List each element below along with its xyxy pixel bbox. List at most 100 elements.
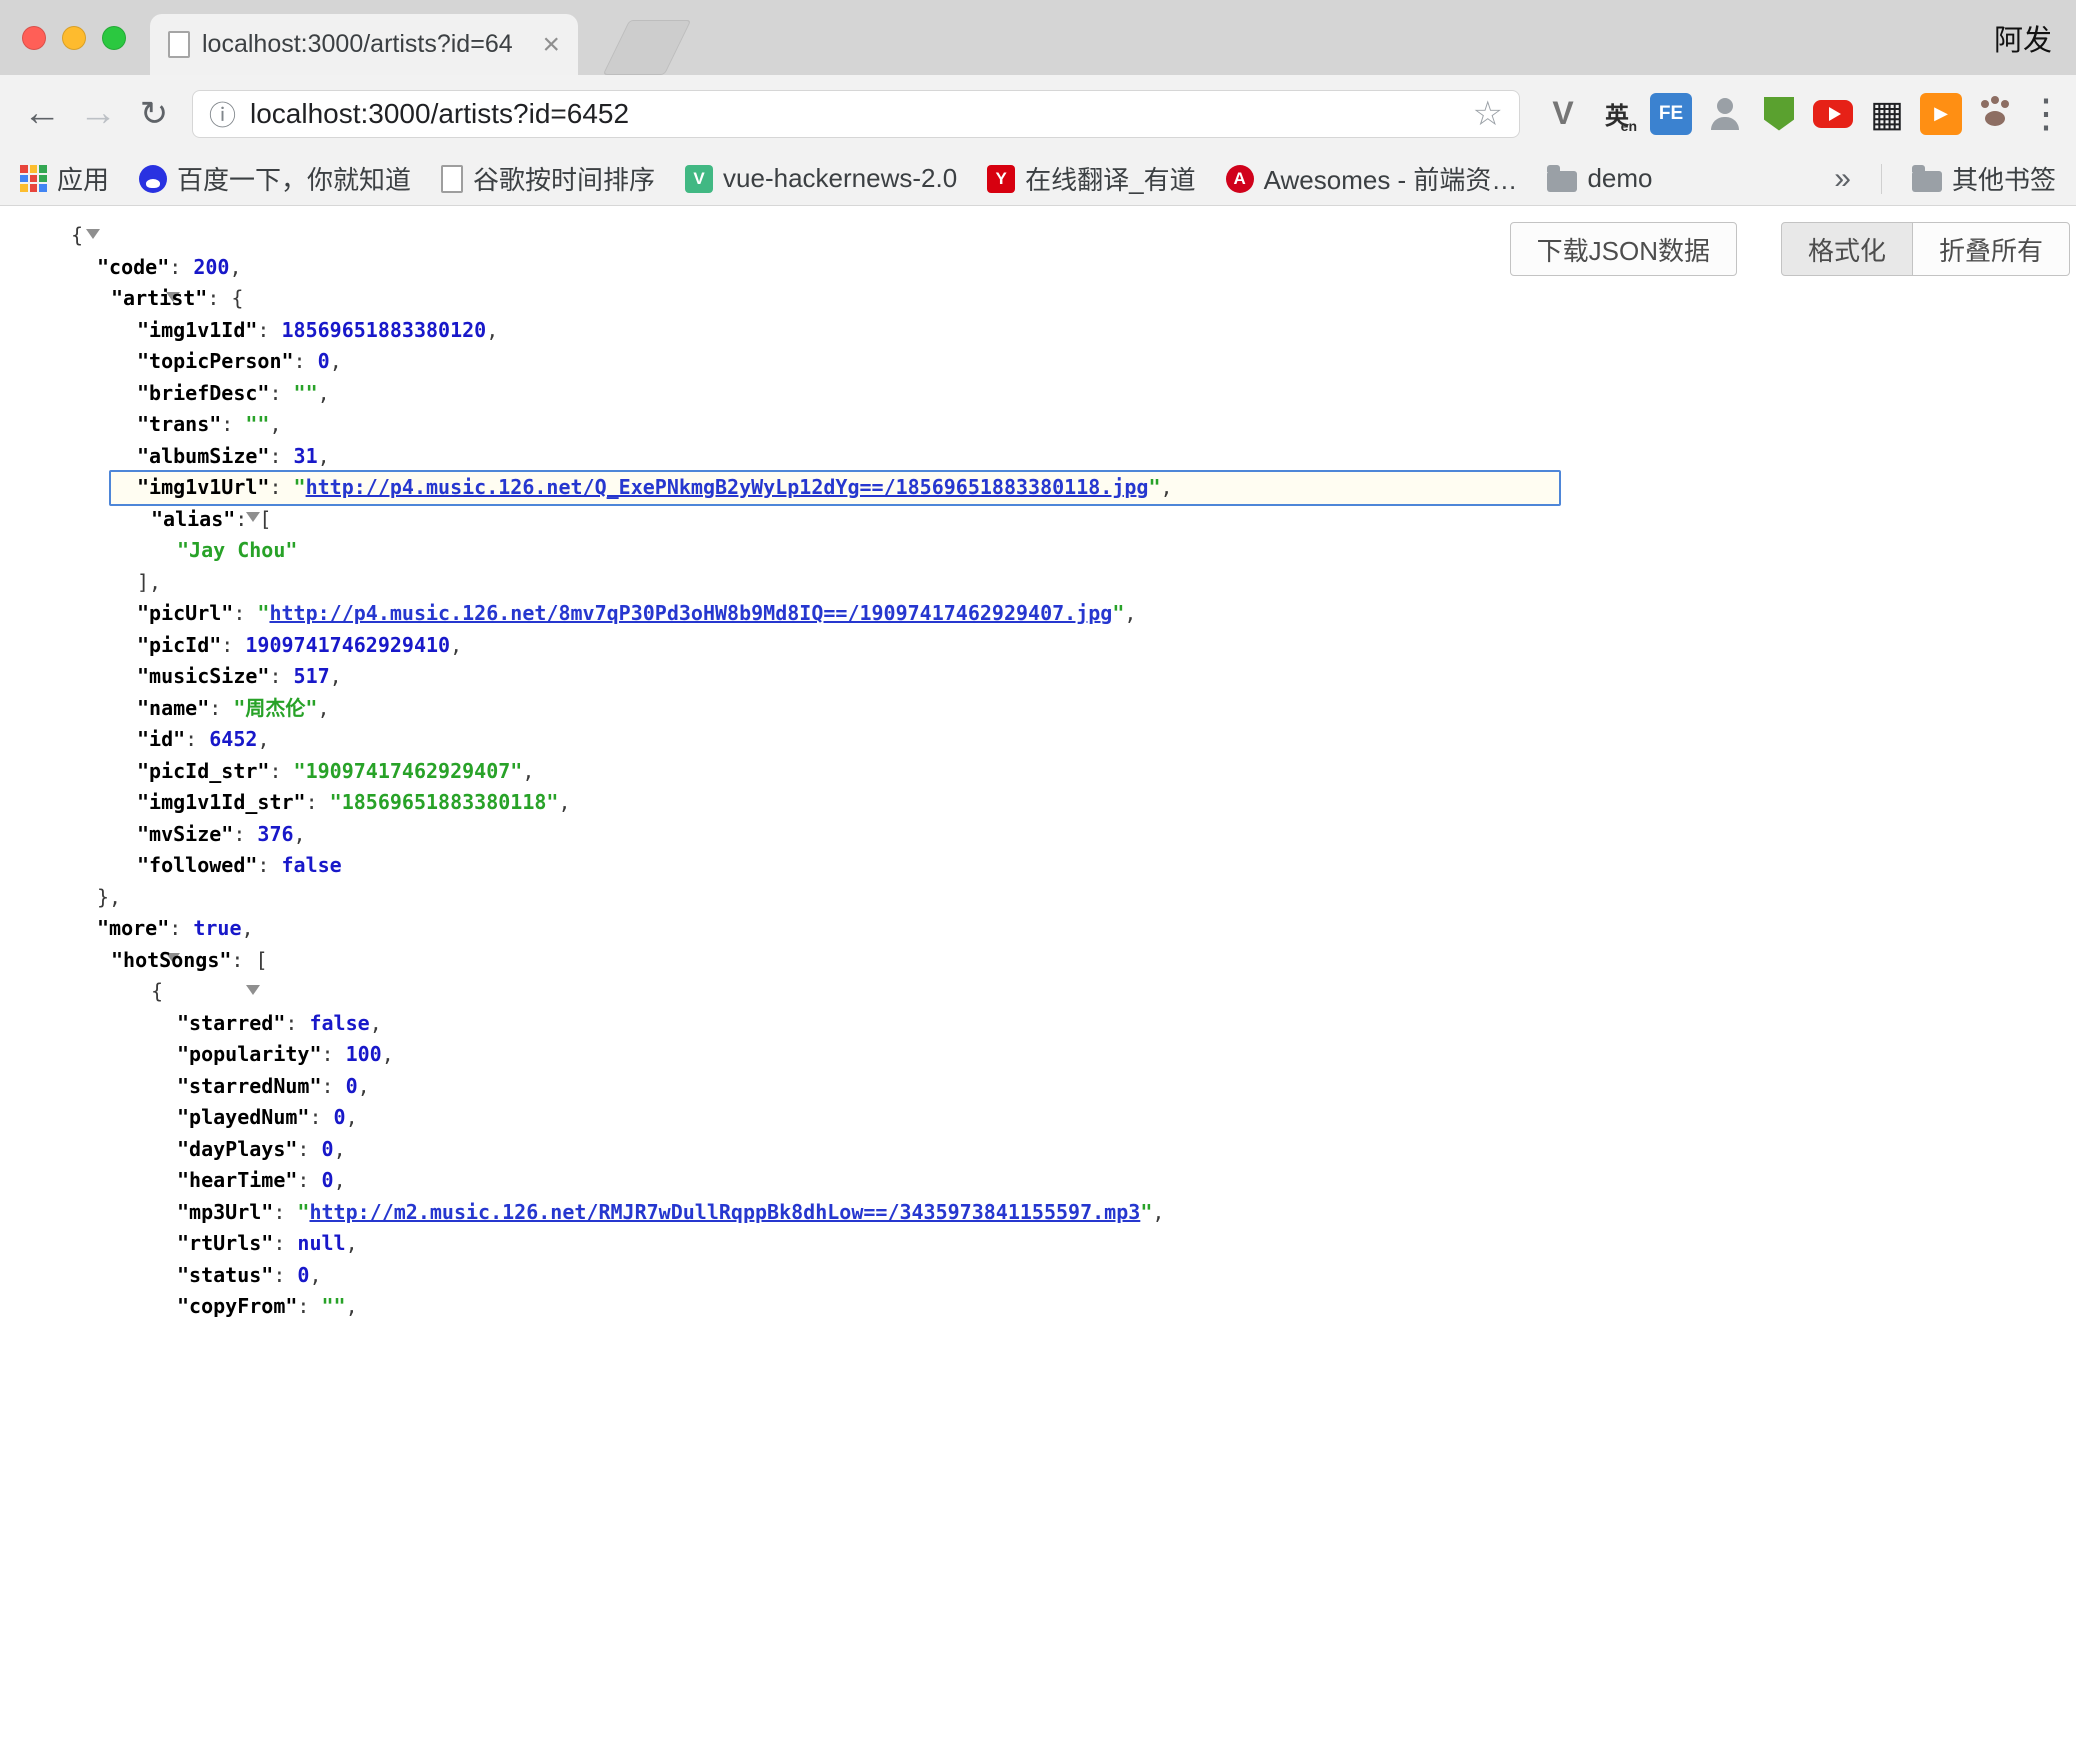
json-punct: : {	[207, 286, 243, 310]
player-extension-icon[interactable]: ▶	[1920, 93, 1962, 135]
json-line: "picUrl": "http://p4.music.126.net/8mv7q…	[0, 598, 2076, 630]
json-key: "picId"	[137, 633, 221, 657]
browser-tab[interactable]: localhost:3000/artists?id=645 ×	[150, 14, 578, 75]
json-key: "artist"	[111, 286, 207, 310]
bookmark-star-icon[interactable]: ☆	[1473, 94, 1503, 134]
json-line: "picId": 19097417462929410,	[0, 630, 2076, 662]
bookmark-google-sort[interactable]: 谷歌按时间排序	[441, 160, 655, 197]
adblock-shield-extension-icon[interactable]	[1758, 93, 1800, 135]
json-key: "albumSize"	[137, 444, 269, 468]
youdao-icon: Y	[987, 165, 1015, 193]
json-quote: "	[294, 475, 306, 499]
format-button[interactable]: 格式化	[1781, 222, 1913, 276]
fehelper-extension-icon[interactable]: FE	[1650, 93, 1692, 135]
other-bookmarks-folder[interactable]: 其他书签	[1912, 160, 2056, 197]
json-punct: :	[185, 727, 209, 751]
json-string: "周杰伦"	[233, 696, 317, 720]
apps-shortcut[interactable]: 应用	[20, 160, 109, 197]
bookmark-label: vue-hackernews-2.0	[723, 163, 957, 194]
bookmark-vue-hackernews[interactable]: V vue-hackernews-2.0	[685, 163, 957, 194]
json-number: 0	[334, 1105, 346, 1129]
json-key: "rtUrls"	[177, 1231, 273, 1255]
json-key: "copyFrom"	[177, 1294, 297, 1318]
json-punct: :	[233, 601, 257, 625]
json-line: "alias": [	[0, 504, 2076, 536]
person-extension-icon[interactable]	[1704, 93, 1746, 135]
youtube-play-icon	[1813, 100, 1853, 128]
json-key: "name"	[137, 696, 209, 720]
json-line: "img1v1Id": 18569651883380120,	[0, 315, 2076, 347]
bookmark-youdao-translate[interactable]: Y 在线翻译_有道	[987, 160, 1195, 197]
json-key: "mvSize"	[137, 822, 233, 846]
json-string: "Jay Chou"	[177, 538, 297, 562]
json-line: "more": true,	[0, 913, 2076, 945]
close-window-button[interactable]	[22, 26, 46, 50]
reload-button[interactable]: ↻	[126, 94, 182, 134]
tab-title: localhost:3000/artists?id=645	[202, 30, 512, 59]
json-line: "hotSongs": [	[0, 945, 2076, 977]
other-bookmarks-label: 其他书签	[1952, 160, 2056, 197]
bookmark-awesomes[interactable]: A Awesomes - 前端资…	[1226, 160, 1518, 197]
json-punct: ,	[382, 1042, 394, 1066]
json-literal: null	[297, 1231, 345, 1255]
json-key: "hotSongs"	[111, 948, 231, 972]
json-punct: ,	[346, 1294, 358, 1318]
json-number: 0	[322, 1168, 334, 1192]
site-info-icon[interactable]: ⓘ	[209, 94, 236, 133]
qrcode-extension-icon[interactable]: ▦	[1866, 93, 1908, 135]
person-shoulders-icon	[1711, 117, 1739, 130]
json-punct: ,	[330, 664, 342, 688]
bookmark-folder-demo[interactable]: demo	[1547, 163, 1652, 194]
awesomes-icon: A	[1226, 165, 1254, 193]
json-literal: false	[282, 853, 342, 877]
back-button[interactable]: ←	[14, 92, 70, 135]
forward-button: →	[70, 92, 126, 135]
json-punct: ,	[1152, 1200, 1164, 1224]
bookmark-baidu[interactable]: 百度一下，你就知道	[139, 160, 411, 197]
json-key: "mp3Url"	[177, 1200, 273, 1224]
browser-menu-icon[interactable]: ⋮	[2026, 91, 2062, 137]
json-punct: ,	[486, 318, 498, 342]
json-link[interactable]: http://p4.music.126.net/Q_ExePNkmgB2yWyL…	[306, 475, 1149, 499]
json-punct: ,	[269, 412, 281, 436]
json-key: "topicPerson"	[137, 349, 294, 373]
json-line: "followed": false	[0, 850, 2076, 882]
bookmark-label: 谷歌按时间排序	[473, 160, 655, 197]
url-text[interactable]: localhost:3000/artists?id=6452	[250, 98, 629, 130]
json-link[interactable]: http://p4.music.126.net/8mv7qP30Pd3oHW8b…	[269, 601, 1112, 625]
json-punct: :	[269, 381, 293, 405]
json-key: "picId_str"	[137, 759, 269, 783]
json-literal: false	[309, 1011, 369, 1035]
json-quote: "	[257, 601, 269, 625]
bookmark-label: Awesomes - 前端资…	[1264, 160, 1518, 197]
json-punct: :	[209, 696, 233, 720]
json-punct: ,	[242, 916, 254, 940]
youtube-extension-icon[interactable]	[1812, 93, 1854, 135]
json-punct: :	[273, 1200, 297, 1224]
json-key: "playedNum"	[177, 1105, 309, 1129]
json-key: "followed"	[137, 853, 257, 877]
json-key: "trans"	[137, 412, 221, 436]
json-punct: :	[273, 1231, 297, 1255]
profile-name[interactable]: 阿发	[1994, 0, 2052, 75]
minimize-window-button[interactable]	[62, 26, 86, 50]
json-quote: "	[1148, 475, 1160, 499]
bookmarks-overflow-icon[interactable]: »	[1834, 162, 1851, 196]
fullscreen-window-button[interactable]	[102, 26, 126, 50]
vimium-extension-icon[interactable]: V	[1542, 93, 1584, 135]
json-punct: ,	[330, 349, 342, 373]
json-key: "dayPlays"	[177, 1137, 297, 1161]
download-json-button[interactable]: 下载JSON数据	[1510, 222, 1737, 276]
json-line: },	[0, 882, 2076, 914]
collapse-all-button[interactable]: 折叠所有	[1912, 222, 2070, 276]
json-punct: ,	[294, 822, 306, 846]
translate-extension-icon[interactable]: 英 en	[1596, 93, 1638, 135]
tab-close-icon[interactable]: ×	[542, 30, 560, 60]
json-link[interactable]: http://m2.music.126.net/RMJR7wDullRqppBk…	[309, 1200, 1140, 1224]
new-tab-button[interactable]	[603, 20, 692, 75]
json-line-selected: "img1v1Url": "http://p4.music.126.net/Q_…	[0, 472, 2076, 504]
window-controls	[22, 0, 126, 75]
paw-extension-icon[interactable]	[1974, 93, 2016, 135]
address-bar[interactable]: ⓘ localhost:3000/artists?id=6452 ☆	[192, 90, 1520, 138]
json-punct: ,	[558, 790, 570, 814]
